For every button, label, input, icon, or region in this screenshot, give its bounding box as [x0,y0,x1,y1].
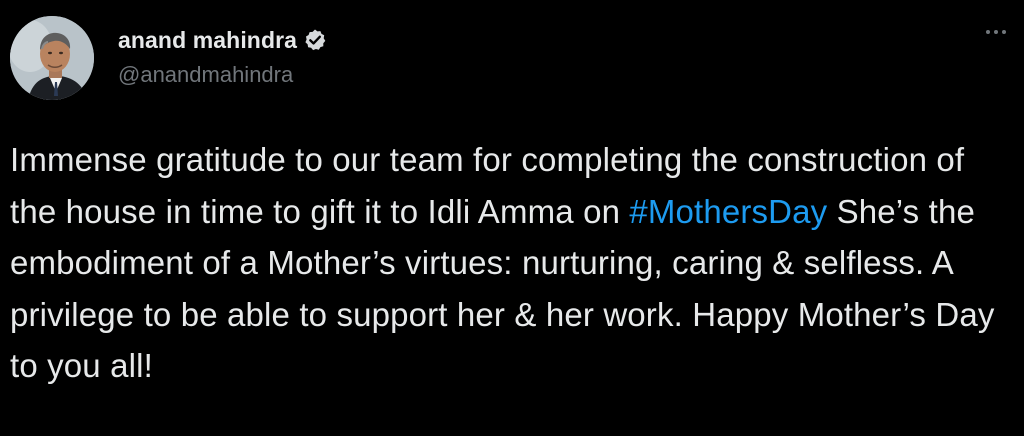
more-options-icon[interactable] [986,30,1006,34]
display-name-row: anand mahindra [118,27,327,54]
hashtag-link[interactable]: #MothersDay [629,193,827,230]
more-dot [1002,30,1006,34]
tweet-text: Immense gratitude to our team for comple… [10,134,1014,392]
avatar[interactable] [10,16,94,100]
tweet: anand mahindra @anandmahindra Immense gr… [0,0,1024,436]
avatar-image [10,16,94,100]
author-handle[interactable]: @anandmahindra [118,62,327,88]
tweet-header: anand mahindra @anandmahindra [10,14,327,102]
more-dot [986,30,990,34]
verified-badge-icon [303,28,327,52]
more-dot [994,30,998,34]
display-name[interactable]: anand mahindra [118,27,297,54]
author-names: anand mahindra @anandmahindra [118,27,327,88]
